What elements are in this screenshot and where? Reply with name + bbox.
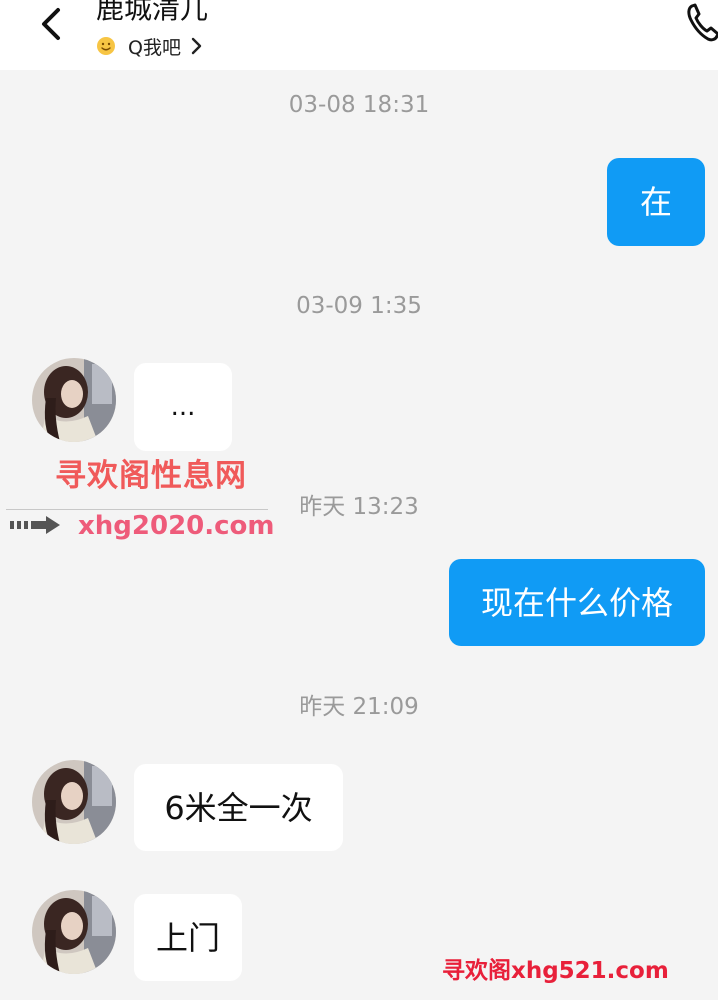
contact-name[interactable]: 鹿城清儿 — [96, 0, 208, 27]
incoming-message-bubble[interactable]: 6米全一次 — [134, 764, 343, 851]
chat-header: 鹿城清儿 Q我吧 — [0, 0, 718, 70]
smiley-face-icon — [97, 37, 115, 55]
phone-call-icon[interactable] — [684, 2, 718, 44]
message-timestamp: 03-08 18:31 — [288, 92, 430, 118]
arrow-right-icon — [10, 516, 60, 534]
watermark-site-url: xhg2020.com — [78, 511, 275, 541]
contact-avatar[interactable] — [32, 890, 116, 974]
status-row[interactable]: Q我吧 — [96, 34, 203, 59]
contact-avatar[interactable] — [32, 760, 116, 844]
watermark-footer: 寻欢阁xhg521.com — [442, 958, 669, 984]
outgoing-message-bubble[interactable]: 现在什么价格 — [449, 559, 705, 646]
contact-avatar[interactable] — [32, 358, 116, 442]
message-timestamp: 03-09 1:35 — [296, 293, 422, 319]
outgoing-message-bubble[interactable]: 在 — [607, 158, 705, 246]
back-arrow-icon[interactable] — [36, 4, 68, 44]
message-timestamp: 昨天 21:09 — [299, 694, 419, 720]
chevron-right-icon — [191, 37, 202, 55]
incoming-message-bubble[interactable]: 上门 — [134, 894, 242, 981]
incoming-message-bubble[interactable]: ... — [134, 363, 232, 451]
watermark-title: 寻欢阁性息网 — [55, 458, 247, 494]
status-text: Q我吧 — [128, 36, 181, 59]
